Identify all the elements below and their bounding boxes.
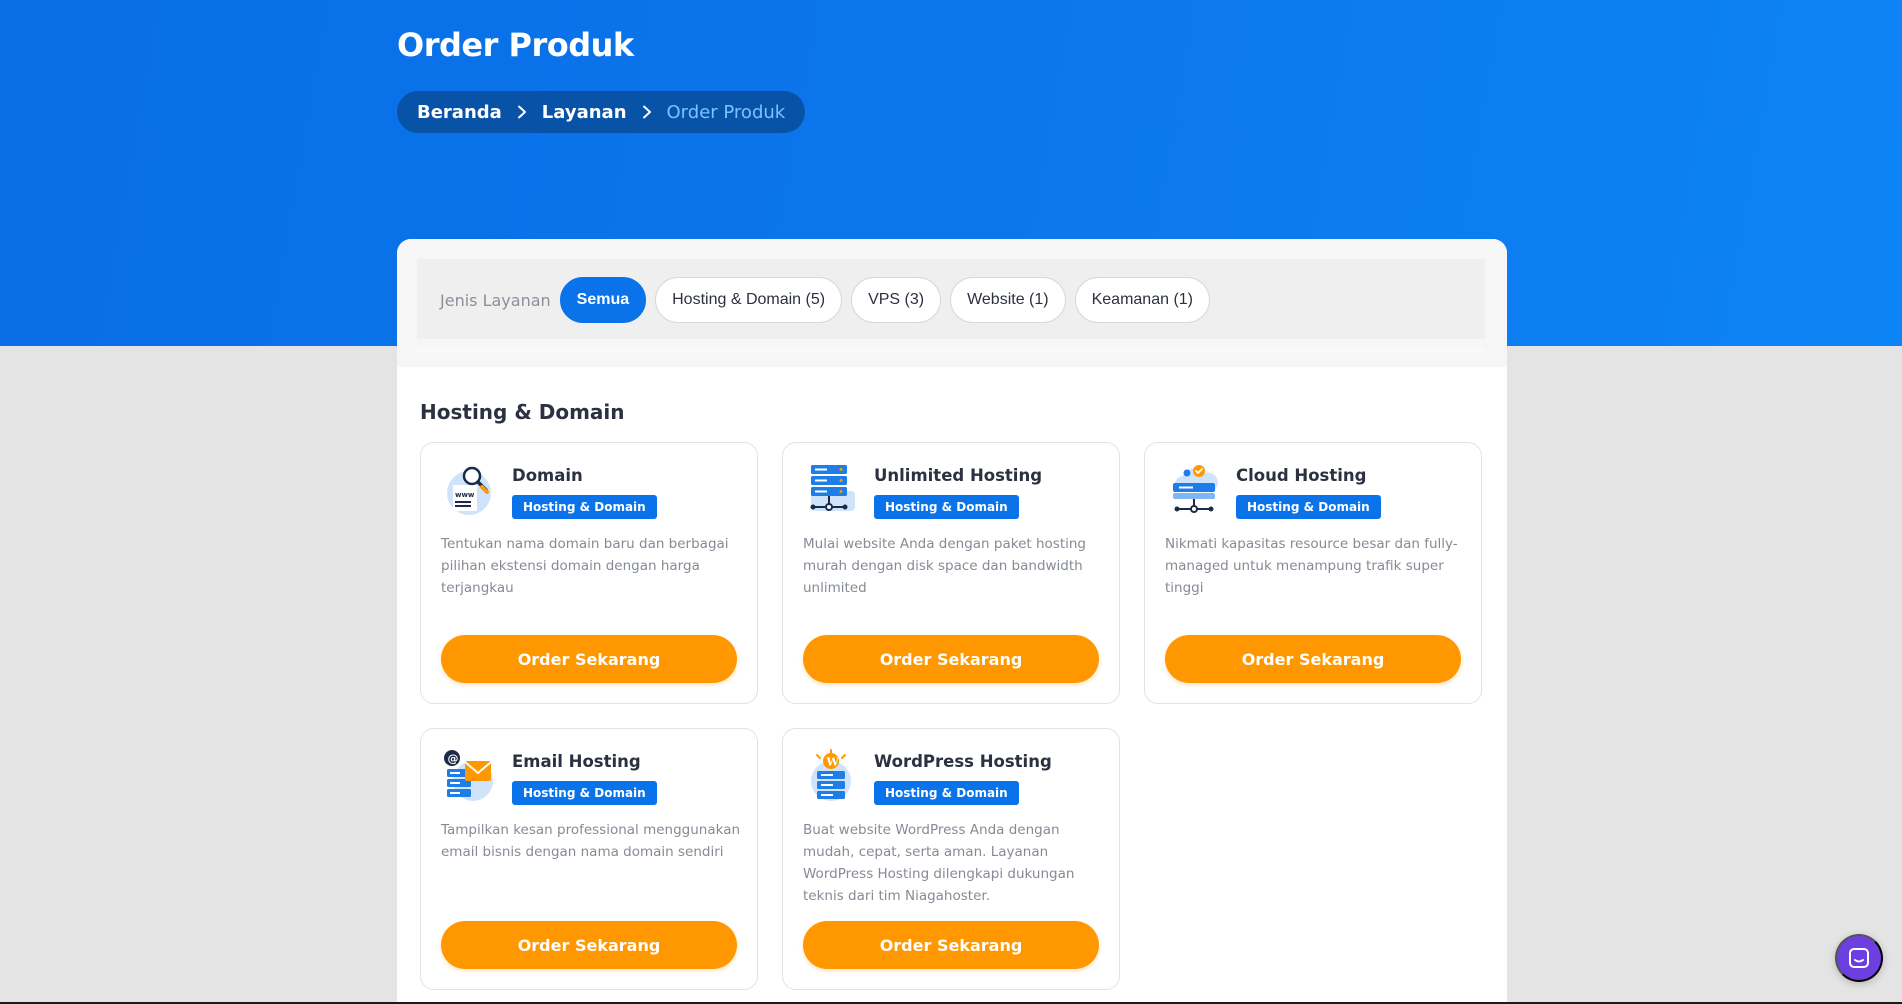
category-badge: Hosting & Domain xyxy=(1236,495,1381,519)
breadcrumb-current: Order Produk xyxy=(666,101,786,123)
breadcrumb: Beranda Layanan Order Produk xyxy=(397,91,806,133)
order-button-unlimited-hosting[interactable]: Order Sekarang xyxy=(803,635,1099,683)
filter-row: Jenis Layanan Semua Hosting & Domain (5)… xyxy=(440,277,1210,323)
order-button-cloud-hosting[interactable]: Order Sekarang xyxy=(1165,635,1461,683)
product-card-email-hosting: @ Email Hosting Hosting & Domain Tampilk… xyxy=(420,728,758,990)
product-title: Cloud Hosting xyxy=(1236,466,1367,485)
page-title: Order Produk xyxy=(397,26,634,64)
product-card-domain: www Domain Hosting & Domain Tentukan nam… xyxy=(420,442,758,704)
products-panel: Jenis Layanan Semua Hosting & Domain (5)… xyxy=(397,239,1507,1004)
cloud-server-icon xyxy=(1167,463,1219,515)
wordpress-server-icon: W xyxy=(805,749,857,801)
product-title: Email Hosting xyxy=(512,752,641,771)
order-button-wordpress-hosting[interactable]: Order Sekarang xyxy=(803,921,1099,969)
svg-text:@: @ xyxy=(448,752,459,765)
filter-label: Jenis Layanan xyxy=(440,290,551,310)
product-title: Unlimited Hosting xyxy=(874,466,1043,485)
category-badge: Hosting & Domain xyxy=(874,495,1019,519)
category-badge: Hosting & Domain xyxy=(512,495,657,519)
category-badge: Hosting & Domain xyxy=(512,781,657,805)
breadcrumb-layanan[interactable]: Layanan xyxy=(542,102,627,123)
filter-divider xyxy=(417,347,1485,353)
filter-chip-semua[interactable]: Semua xyxy=(559,277,647,323)
product-card-unlimited-hosting: Unlimited Hosting Hosting & Domain Mulai… xyxy=(782,442,1120,704)
product-description: Buat website WordPress Anda dengan mudah… xyxy=(803,822,1075,904)
chevron-right-icon xyxy=(627,105,667,119)
product-description: Tampilkan kesan professional menggunakan… xyxy=(441,822,741,860)
chat-icon xyxy=(1849,948,1869,968)
chevron-right-icon xyxy=(502,105,542,119)
order-button-domain[interactable]: Order Sekarang xyxy=(441,635,737,683)
product-card-wordpress-hosting: W WordPress Hosting Hosting & Domain Bua… xyxy=(782,728,1120,990)
category-badge: Hosting & Domain xyxy=(874,781,1019,805)
product-description: Mulai website Anda dengan paket hosting … xyxy=(803,536,1086,596)
svg-text:www: www xyxy=(455,491,475,499)
filter-chip-vps[interactable]: VPS (3) xyxy=(851,277,942,323)
chat-button[interactable] xyxy=(1835,934,1883,982)
breadcrumb-home[interactable]: Beranda xyxy=(417,102,502,123)
svg-text:W: W xyxy=(826,756,840,769)
server-rack-icon xyxy=(805,463,857,515)
product-title: Domain xyxy=(512,466,583,485)
product-description: Nikmati kapasitas resource besar dan ful… xyxy=(1165,536,1458,596)
product-description: Tentukan nama domain baru dan berbagai p… xyxy=(441,536,729,596)
filter-chip-keamanan[interactable]: Keamanan (1) xyxy=(1074,277,1210,323)
filter-chip-website[interactable]: Website (1) xyxy=(950,277,1066,323)
order-button-email-hosting[interactable]: Order Sekarang xyxy=(441,921,737,969)
section-title: Hosting & Domain xyxy=(420,400,625,424)
product-title: WordPress Hosting xyxy=(874,752,1052,771)
filter-chip-hosting-domain[interactable]: Hosting & Domain (5) xyxy=(655,277,843,323)
domain-search-icon: www xyxy=(443,463,495,515)
filter-area: Jenis Layanan Semua Hosting & Domain (5)… xyxy=(397,239,1507,367)
product-card-cloud-hosting: Cloud Hosting Hosting & Domain Nikmati k… xyxy=(1144,442,1482,704)
email-server-icon: @ xyxy=(443,749,495,801)
